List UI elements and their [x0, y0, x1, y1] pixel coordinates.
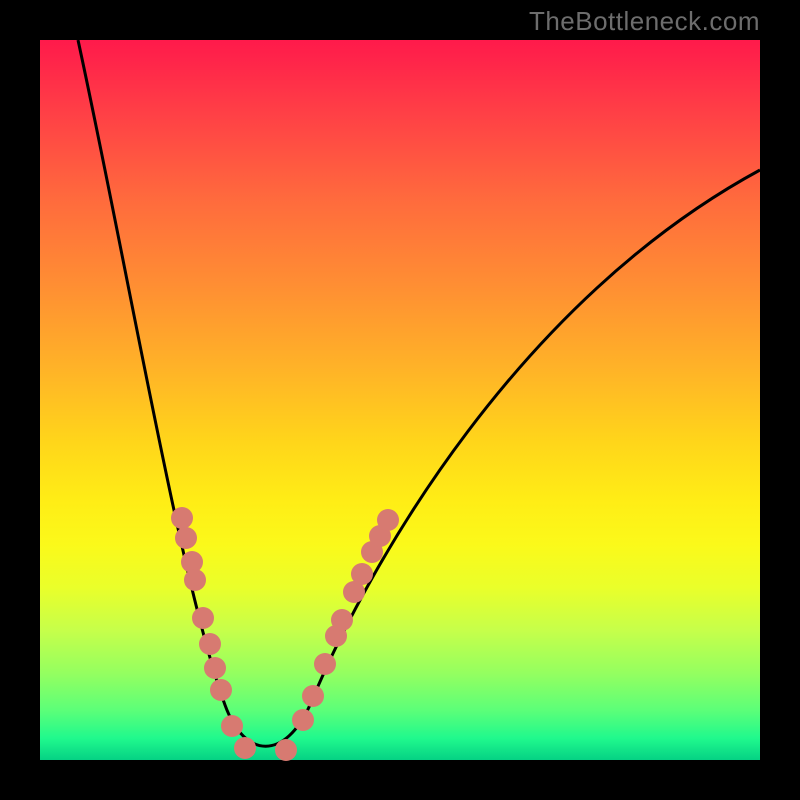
data-bead: [314, 653, 336, 675]
data-bead: [351, 563, 373, 585]
chart-frame: TheBottleneck.com: [0, 0, 800, 800]
beads-right-group: [275, 509, 399, 761]
beads-left-group: [171, 507, 256, 759]
data-bead: [171, 507, 193, 529]
data-bead: [302, 685, 324, 707]
data-bead: [192, 607, 214, 629]
data-bead: [331, 609, 353, 631]
attribution-text: TheBottleneck.com: [529, 6, 760, 37]
data-bead: [175, 527, 197, 549]
data-bead: [184, 569, 206, 591]
data-bead: [377, 509, 399, 531]
data-bead: [292, 709, 314, 731]
data-bead: [275, 739, 297, 761]
data-bead: [199, 633, 221, 655]
bottleneck-chart: [40, 40, 760, 760]
plot-area: [40, 40, 760, 760]
data-bead: [221, 715, 243, 737]
data-bead: [234, 737, 256, 759]
v-curve: [78, 40, 760, 746]
data-bead: [204, 657, 226, 679]
data-bead: [210, 679, 232, 701]
